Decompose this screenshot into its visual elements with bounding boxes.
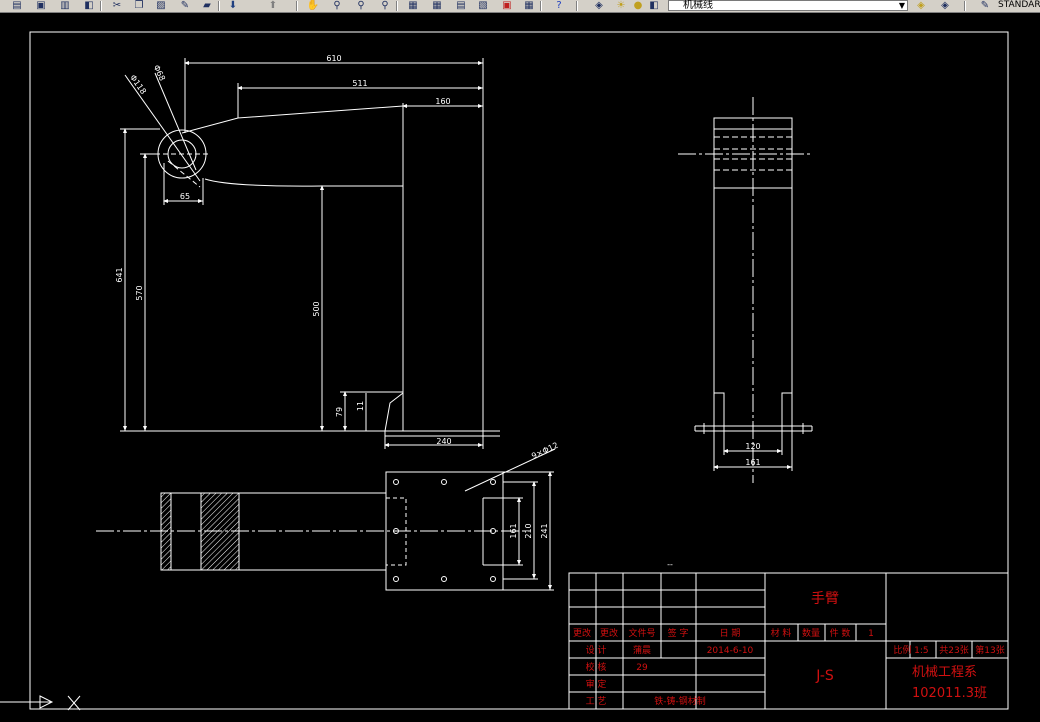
school: 机械工程系: [912, 665, 977, 680]
open-icon[interactable]: ▤: [10, 0, 24, 11]
text-style-dropdown[interactable]: STANDARD: [998, 0, 1040, 11]
layer-name: 机械线: [683, 0, 713, 11]
preview-icon[interactable]: ◧: [82, 0, 96, 11]
dim-holes: 9×Φ12: [530, 441, 559, 461]
dim-79: 79: [335, 407, 344, 417]
copy-icon[interactable]: ❐: [132, 0, 146, 11]
row-name-0: 蒲晨: [633, 644, 651, 656]
dim-161: 161: [745, 458, 760, 467]
header-1: 更改: [600, 627, 618, 639]
layer-state-icon[interactable]: ☀: [614, 0, 628, 11]
text-style-icon[interactable]: ✎: [978, 0, 992, 11]
class: 102011.3班: [912, 686, 987, 701]
dim-161-top: 161: [509, 523, 518, 538]
dim-610: 610: [326, 54, 341, 63]
row-label-2: 审 定: [586, 678, 607, 690]
text-style-value: STANDARD: [998, 0, 1040, 10]
row-name-1: 29: [636, 663, 648, 673]
standard-toolbar: ▤ ▣ ▥ ◧ ✂ ❐ ▨ ✎ ▰ ⬇ ⬆ ✋ ⚲ ⚲ ⚲ ▦ ▦ ▤ ▧ ▣ …: [0, 0, 1040, 13]
header-7: 件 数: [830, 627, 851, 639]
zoom-previous-icon[interactable]: ⚲: [378, 0, 392, 11]
design-center-icon[interactable]: ▦: [430, 0, 444, 11]
cut-icon[interactable]: ✂: [110, 0, 124, 11]
row-date-0: 2014-6-10: [707, 646, 754, 656]
drawing-frame: [29, 31, 1009, 710]
layer-manager-icon[interactable]: ◈: [592, 0, 606, 11]
dim-241: 241: [540, 523, 549, 538]
redo-icon[interactable]: ⬆: [266, 0, 280, 11]
dim-phi68: Φ68: [152, 64, 167, 83]
top-view: [96, 448, 556, 591]
match-icon[interactable]: ✎: [178, 0, 192, 11]
title-block-text: 手臂 J-S 更改 更改 文件号 签 字 日 期 材 料 数量 件 数 1 设 …: [573, 591, 1005, 707]
tool-palettes-icon[interactable]: ▤: [454, 0, 468, 11]
dim-210: 210: [524, 523, 533, 538]
make-current-icon[interactable]: ◈: [914, 0, 928, 11]
dim-11: 11: [356, 401, 365, 411]
sheet-number: 第13张: [975, 644, 1004, 656]
save-icon[interactable]: ▣: [34, 0, 48, 11]
part-name: 手臂: [811, 591, 839, 607]
row-label-0: 设 计: [586, 644, 607, 656]
ucs-icon: [0, 695, 81, 711]
front-view: [120, 58, 500, 449]
undo-icon[interactable]: ⬇: [226, 0, 240, 11]
row-label-3: 工 艺: [586, 696, 607, 707]
zoom-realtime-icon[interactable]: ⚲: [330, 0, 344, 11]
print-icon[interactable]: ▥: [58, 0, 72, 11]
header-8: 1: [868, 629, 874, 639]
dim-570: 570: [135, 285, 144, 300]
dim-500: 500: [312, 301, 321, 316]
header-3: 签 字: [668, 627, 689, 639]
dim-65: 65: [180, 192, 190, 201]
dim-120: 120: [745, 442, 760, 451]
header-6: 数量: [802, 627, 820, 639]
small-mark: --: [667, 560, 673, 569]
scale: 比例 1:5: [893, 644, 928, 656]
help-icon[interactable]: ?: [552, 0, 566, 11]
layer-previous-icon[interactable]: ◈: [938, 0, 952, 11]
chevron-down-icon: ▼: [898, 1, 905, 10]
header-0: 更改: [573, 627, 591, 639]
pan-icon[interactable]: ✋: [306, 0, 320, 11]
layer-freeze-icon[interactable]: ●: [632, 0, 644, 11]
dim-641: 641: [115, 267, 124, 282]
header-2: 文件号: [628, 627, 655, 639]
dim-160: 160: [435, 97, 450, 106]
brush-icon[interactable]: ▰: [200, 0, 214, 11]
dim-240: 240: [436, 437, 451, 446]
layer-dropdown[interactable]: 机械线 ▼: [668, 0, 908, 11]
header-4: 日 期: [720, 628, 741, 639]
zoom-window-icon[interactable]: ⚲: [354, 0, 368, 11]
row-name-3: 铁-铸-钢材制: [654, 695, 706, 707]
paste-icon[interactable]: ▨: [154, 0, 168, 11]
drawing-canvas[interactable]: 610 511 160 65 641 570 500 79 11 240 Φ11…: [0, 13, 1040, 722]
layer-lock-icon[interactable]: ◧: [648, 0, 660, 11]
header-5: 材 料: [771, 627, 792, 639]
row-label-1: 校 核: [586, 661, 607, 673]
dim-511: 511: [352, 79, 367, 88]
calculator-icon[interactable]: ▦: [522, 0, 536, 11]
side-view: [678, 97, 813, 483]
properties-icon[interactable]: ▦: [406, 0, 420, 11]
markup-icon[interactable]: ▣: [500, 0, 514, 11]
sheet-set-icon[interactable]: ▧: [476, 0, 490, 11]
sheets-total: 共23张: [939, 645, 968, 656]
drawing-no: J-S: [815, 668, 834, 684]
dim-phi118: Φ118: [128, 73, 148, 96]
front-view-dimensions: 610 511 160 65 641 570 500 79 11 240 Φ11…: [115, 54, 452, 446]
